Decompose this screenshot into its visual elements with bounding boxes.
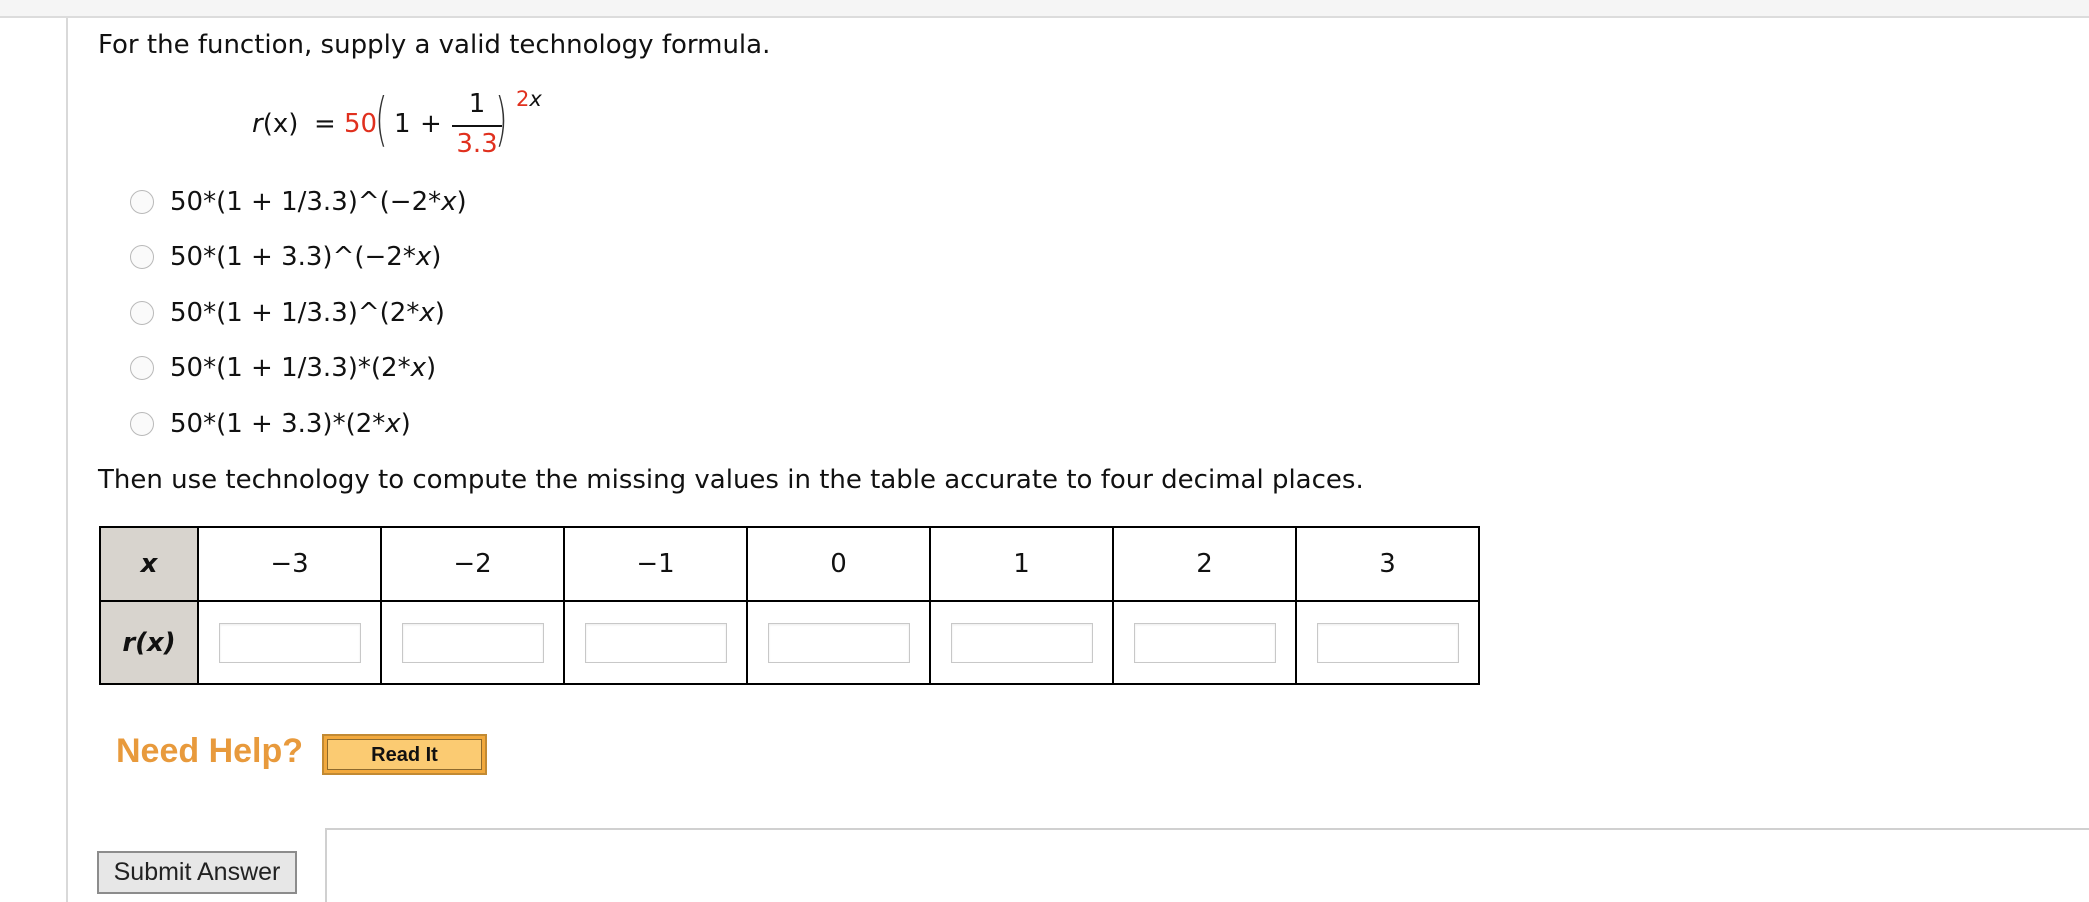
r-cell (380, 600, 565, 685)
formula-function-name: r (252, 109, 263, 139)
formula-exponent-coef: 2 (516, 87, 530, 111)
x-value: −1 (563, 526, 748, 602)
r-cell (1112, 600, 1297, 685)
radio-button[interactable] (130, 411, 154, 436)
option-var: x (419, 297, 435, 328)
values-table: x −3 −2 −1 0 1 2 3 r(x) (99, 526, 1480, 685)
x-value: 2 (1112, 526, 1297, 602)
option-2[interactable]: 50*(1 + 3.3)^(−2*x) (130, 230, 467, 286)
option-label: 50*(1 + 1/3.3)*(2*x) (170, 353, 436, 383)
option-text-end: ) (431, 242, 442, 273)
table-instruction: Then use technology to compute the missi… (98, 465, 1364, 495)
r-cell (197, 600, 382, 685)
option-4[interactable]: 50*(1 + 1/3.3)*(2*x) (130, 341, 467, 397)
formula-exponent-var: x (529, 87, 542, 111)
option-text-end: ) (425, 353, 437, 384)
option-5[interactable]: 50*(1 + 3.3)*(2*x) (130, 396, 467, 452)
radio-button[interactable] (130, 356, 154, 381)
r-cell (746, 600, 931, 685)
radio-button[interactable] (130, 300, 154, 325)
option-label: 50*(1 + 1/3.3)^(2*x) (170, 298, 445, 328)
option-text: 50*(1 + 3.3)^(−2* (170, 242, 416, 273)
r-value-input[interactable] (1133, 622, 1276, 663)
option-var: x (385, 408, 401, 439)
r-value-input[interactable] (401, 622, 544, 663)
read-it-label: Read It (327, 739, 482, 770)
formula-plus: + (420, 109, 442, 139)
option-text: 50*(1 + 1/3.3)^(2* (170, 297, 420, 328)
x-value: 1 (929, 526, 1114, 602)
r-value-input[interactable] (218, 622, 361, 663)
r-value-input[interactable] (1316, 622, 1459, 663)
question-prompt: For the function, supply a valid technol… (98, 30, 771, 60)
option-text-end: ) (456, 186, 467, 217)
function-formula: r(x) = 50 ( 1 + 1 3.3 ) 2x (252, 82, 582, 162)
r-row: r(x) (99, 600, 1480, 685)
formula-right-paren: ) (495, 85, 508, 153)
option-text-end: ) (434, 297, 445, 328)
formula-one: 1 (394, 109, 411, 139)
submit-answer-button[interactable]: Submit Answer (97, 851, 297, 894)
top-strip (0, 0, 2089, 18)
option-label: 50*(1 + 3.3)^(−2*x) (170, 242, 441, 272)
option-1[interactable]: 50*(1 + 1/3.3)^(−2*x) (130, 174, 467, 230)
r-cell (1295, 600, 1480, 685)
option-3[interactable]: 50*(1 + 1/3.3)^(2*x) (130, 285, 467, 341)
r-value-input[interactable] (767, 622, 910, 663)
option-var: x (415, 242, 432, 273)
response-area (325, 828, 2089, 902)
r-value-input[interactable] (584, 622, 727, 663)
option-text: 50*(1 + 1/3.3)^(−2* (170, 186, 442, 217)
left-divider (66, 18, 68, 902)
formula-coefficient: 50 (344, 109, 378, 139)
option-var: x (441, 186, 457, 217)
answer-options: 50*(1 + 1/3.3)^(−2*x) 50*(1 + 3.3)^(−2*x… (130, 174, 467, 452)
read-it-button[interactable]: Read It (322, 734, 487, 775)
x-header: x (99, 526, 199, 602)
r-cell (929, 600, 1114, 685)
option-text-end: ) (400, 408, 411, 439)
option-label: 50*(1 + 1/3.3)^(−2*x) (170, 187, 467, 217)
need-help-label: Need Help? (116, 732, 304, 770)
formula-left-paren: ( (375, 85, 388, 153)
formula-lhs: r(x) (252, 109, 298, 139)
formula-exponent: 2x (516, 87, 542, 111)
x-value: 3 (1295, 526, 1480, 602)
formula-function-arg: (x) (262, 109, 299, 139)
option-text: 50*(1 + 1/3.3)*(2* (170, 353, 411, 384)
x-value: −3 (197, 526, 382, 602)
r-cell (563, 600, 748, 685)
x-row: x −3 −2 −1 0 1 2 3 (99, 526, 1480, 602)
r-value-input[interactable] (950, 622, 1093, 663)
x-value: 0 (746, 526, 931, 602)
radio-button[interactable] (130, 189, 154, 214)
x-value: −2 (380, 526, 565, 602)
option-text: 50*(1 + 3.3)*(2* (170, 408, 386, 439)
formula-equals: = (314, 109, 336, 139)
radio-button[interactable] (130, 245, 154, 270)
option-label: 50*(1 + 3.3)*(2*x) (170, 409, 411, 439)
r-header: r(x) (99, 600, 199, 685)
option-var: x (410, 353, 426, 384)
